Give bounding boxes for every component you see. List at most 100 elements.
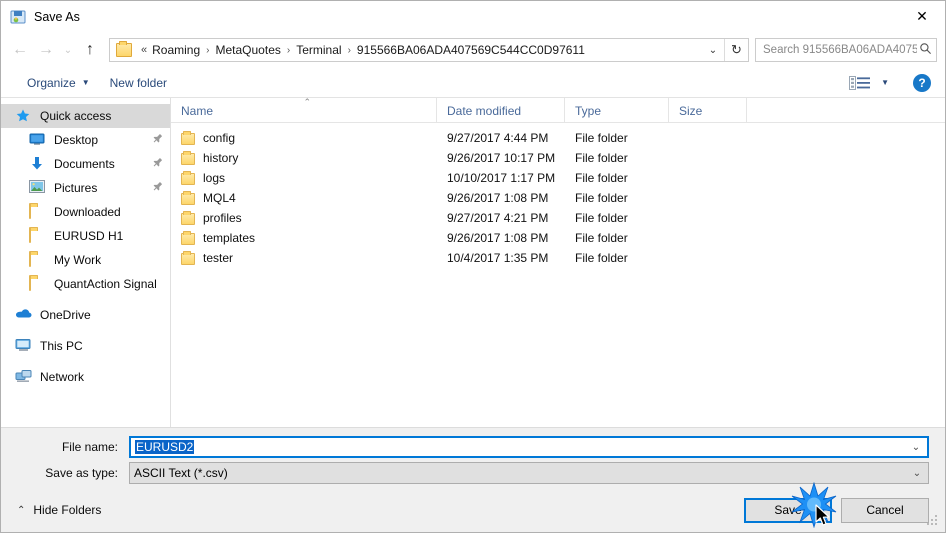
- sidebar-item-desktop[interactable]: Desktop: [1, 128, 170, 152]
- sidebar-item-network[interactable]: Network: [1, 365, 170, 389]
- save-as-type-select[interactable]: ASCII Text (*.csv) ⌄: [129, 462, 929, 484]
- organize-button[interactable]: Organize ▼: [17, 71, 100, 95]
- breadcrumb-item-terminal[interactable]: Terminal: [294, 43, 343, 57]
- cell-type: File folder: [575, 131, 628, 145]
- sidebar-item-label: EURUSD H1: [54, 229, 124, 243]
- pin-icon[interactable]: [148, 130, 167, 149]
- file-list-pane: Name ⌃ Date modified Type Size config 9/…: [171, 97, 945, 427]
- chevron-down-icon[interactable]: ⌄: [905, 442, 927, 453]
- table-row[interactable]: profiles 9/27/2017 4:21 PM File folder: [171, 208, 945, 228]
- sidebar-item-quick-access[interactable]: Quick access: [1, 104, 170, 128]
- file-name-value-wrap: EURUSD2: [135, 440, 905, 454]
- cancel-button[interactable]: Cancel: [841, 497, 929, 523]
- cell-type: File folder: [575, 211, 628, 225]
- recent-locations-button[interactable]: ⌄: [59, 37, 77, 63]
- cell-date-modified: 10/10/2017 1:17 PM: [447, 171, 556, 185]
- file-name: templates: [203, 231, 256, 245]
- cell-name: templates: [171, 231, 437, 245]
- table-row[interactable]: logs 10/10/2017 1:17 PM File folder: [171, 168, 945, 188]
- sidebar-item-quantaction-signal[interactable]: QuantAction Signal: [1, 272, 170, 296]
- navigation-pane: Quick access Desktop Documents Pictures …: [1, 98, 171, 427]
- pin-icon[interactable]: [148, 178, 167, 197]
- organize-label: Organize: [27, 75, 76, 90]
- up-button[interactable]: ↑: [77, 37, 103, 63]
- table-row[interactable]: config 9/27/2017 4:44 PM File folder: [171, 128, 945, 148]
- column-header-row: Name ⌃ Date modified Type Size: [171, 97, 945, 123]
- forward-button[interactable]: →: [33, 37, 59, 63]
- sidebar-item-label: QuantAction Signal: [54, 277, 157, 291]
- chevron-down-icon[interactable]: ⌄: [702, 39, 724, 61]
- cell-type: File folder: [575, 151, 628, 165]
- file-name-value: EURUSD2: [135, 440, 195, 454]
- folder-icon: [29, 251, 47, 268]
- column-header-size[interactable]: Size: [669, 98, 747, 123]
- sidebar-item-downloaded[interactable]: Downloaded: [1, 200, 170, 224]
- search-icon: [919, 42, 932, 58]
- breadcrumb-item-roaming[interactable]: Roaming: [150, 43, 202, 57]
- refresh-icon[interactable]: ↻: [724, 39, 748, 61]
- cell-type: File folder: [575, 191, 628, 205]
- file-rows: config 9/27/2017 4:44 PM File folder his…: [171, 123, 945, 427]
- desktop-icon: [29, 132, 47, 148]
- table-row[interactable]: history 9/26/2017 10:17 PM File folder: [171, 148, 945, 168]
- breadcrumb-item-current[interactable]: 915566BA06ADA407569C544CC0D97611: [355, 43, 587, 57]
- sidebar-item-my-work[interactable]: My Work: [1, 248, 170, 272]
- sidebar-item-pictures[interactable]: Pictures: [1, 176, 170, 200]
- cell-date-modified: 10/4/2017 1:35 PM: [447, 251, 549, 265]
- resize-grip[interactable]: [927, 515, 940, 528]
- sort-ascending-icon: ⌃: [303, 97, 312, 107]
- file-name-field[interactable]: EURUSD2 ⌄: [129, 436, 929, 458]
- save-as-type-label: Save as type:: [45, 466, 118, 480]
- column-header-date-modified[interactable]: Date modified: [437, 98, 565, 123]
- dialog-body: Quick access Desktop Documents Pictures …: [1, 97, 945, 427]
- breadcrumb-separator: ›: [347, 44, 351, 56]
- sidebar-item-this-pc[interactable]: This PC: [1, 334, 170, 358]
- sidebar-item-label: Pictures: [54, 181, 98, 195]
- cell-name: MQL4: [171, 191, 437, 205]
- cell-name: config: [171, 131, 437, 145]
- hide-folders-button[interactable]: ⌃ Hide Folders: [17, 503, 101, 517]
- breadcrumb-item-metaquotes[interactable]: MetaQuotes: [214, 43, 283, 57]
- back-button[interactable]: ←: [7, 37, 33, 63]
- view-mode-icon: [849, 75, 871, 91]
- file-name: profiles: [203, 211, 242, 225]
- table-row[interactable]: tester 10/4/2017 1:35 PM File folder: [171, 248, 945, 268]
- column-header-type[interactable]: Type: [565, 98, 669, 123]
- folder-icon: [181, 231, 195, 245]
- search-box[interactable]: [755, 38, 937, 62]
- search-input[interactable]: [763, 44, 917, 56]
- folder-icon: [181, 191, 195, 205]
- new-folder-button[interactable]: New folder: [100, 71, 177, 95]
- sidebar-item-documents[interactable]: Documents: [1, 152, 170, 176]
- save-as-icon: [10, 9, 26, 25]
- window-title: Save As: [34, 9, 80, 24]
- view-mode-button[interactable]: ▼: [839, 71, 899, 95]
- file-name: tester: [203, 251, 234, 265]
- close-button[interactable]: ✕: [899, 1, 945, 32]
- table-row[interactable]: templates 9/26/2017 1:08 PM File folder: [171, 228, 945, 248]
- sidebar-item-onedrive[interactable]: OneDrive: [1, 303, 170, 327]
- command-toolbar: Organize ▼ New folder ▼ ?: [1, 68, 945, 98]
- cell-name: history: [171, 151, 437, 165]
- sidebar-item-eurusd-h1[interactable]: EURUSD H1: [1, 224, 170, 248]
- column-header-name[interactable]: Name ⌃: [171, 97, 437, 123]
- address-bar[interactable]: « Roaming › MetaQuotes › Terminal › 9155…: [109, 38, 749, 62]
- breadcrumb-overflow[interactable]: «: [138, 44, 150, 56]
- folder-icon: [116, 41, 132, 57]
- star-icon: [15, 108, 33, 124]
- save-button[interactable]: Save: [744, 497, 832, 523]
- folder-icon: [29, 275, 47, 292]
- breadcrumb-separator: ›: [206, 44, 210, 56]
- sidebar-item-label: Downloaded: [54, 205, 121, 219]
- cell-name: profiles: [171, 211, 437, 225]
- column-header-label: Date modified: [447, 103, 522, 118]
- sidebar-item-label: Network: [40, 370, 85, 384]
- chevron-down-icon[interactable]: ⌄: [906, 468, 928, 479]
- save-form: File name: EURUSD2 ⌄ Save as type: ASCII…: [1, 427, 945, 488]
- pin-icon[interactable]: [148, 154, 167, 173]
- table-row[interactable]: MQL4 9/26/2017 1:08 PM File folder: [171, 188, 945, 208]
- file-name-label: File name:: [61, 440, 118, 454]
- folder-icon: [181, 211, 195, 225]
- sidebar-item-label: Desktop: [54, 133, 99, 147]
- help-button[interactable]: ?: [913, 73, 931, 92]
